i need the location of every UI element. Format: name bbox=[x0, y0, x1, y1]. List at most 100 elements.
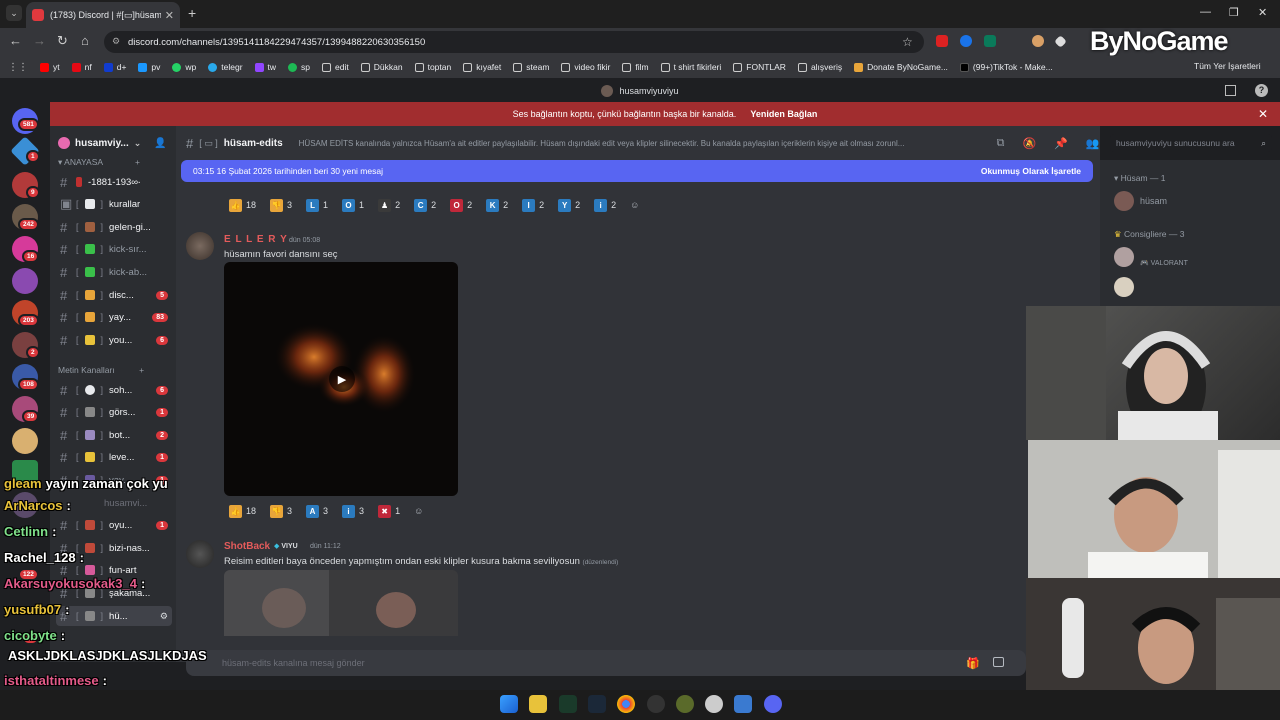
home-icon[interactable]: ⌂ bbox=[81, 33, 89, 48]
help-icon[interactable]: ? bbox=[1255, 84, 1268, 97]
bookmark-folder[interactable]: video fikir bbox=[561, 62, 610, 72]
invite-icon[interactable]: 👤 bbox=[154, 138, 166, 149]
bookmark-folder[interactable]: edit bbox=[322, 62, 349, 72]
server-icon[interactable] bbox=[12, 428, 38, 454]
close-window-icon[interactable]: ✕ bbox=[1258, 6, 1267, 19]
bookmark-item[interactable]: pv bbox=[138, 62, 160, 72]
user-avatar[interactable] bbox=[186, 540, 214, 568]
bookmark-folder[interactable]: alışveriş bbox=[797, 62, 842, 72]
reaction-pill[interactable]: 👎 3 bbox=[265, 502, 297, 520]
settings-icon[interactable] bbox=[705, 695, 723, 713]
search-input[interactable]: husamviyuviyu sunucusunu ara ⌕ bbox=[1110, 134, 1272, 152]
channel-item[interactable]: #[] yay... 83 bbox=[56, 307, 172, 327]
bookmark-item[interactable]: telegr bbox=[208, 62, 243, 72]
reconnect-button[interactable]: Yeniden Bağlan bbox=[750, 109, 817, 119]
reaction-pill[interactable]: L1 bbox=[301, 196, 333, 214]
channel-item[interactable]: #[] bot... 2 bbox=[56, 425, 172, 445]
discord-taskbar-icon[interactable] bbox=[764, 695, 782, 713]
close-banner-icon[interactable]: ✕ bbox=[1258, 107, 1268, 121]
mute-bell-icon[interactable]: 🔕 bbox=[1023, 137, 1037, 150]
bookmark-item[interactable]: wp bbox=[172, 62, 196, 72]
gif-icon[interactable] bbox=[993, 657, 1004, 667]
terminal-icon[interactable] bbox=[559, 695, 577, 713]
reaction-pill[interactable]: I2 bbox=[517, 196, 549, 214]
mark-as-read-button[interactable]: Okunmuş Olarak İşaretle bbox=[981, 166, 1081, 176]
new-messages-bar[interactable]: 03:15 16 Şubat 2026 tarihinden beri 30 y… bbox=[181, 160, 1093, 182]
reaction-pill[interactable]: Y2 bbox=[553, 196, 585, 214]
windows-start-icon[interactable] bbox=[500, 695, 518, 713]
reaction-pill[interactable]: i3 bbox=[337, 502, 369, 520]
app-icon[interactable] bbox=[734, 695, 752, 713]
channel-item[interactable]: #[] leve... 1 bbox=[56, 447, 172, 467]
add-reaction-icon[interactable]: ☺ bbox=[409, 502, 428, 520]
member-item[interactable]: hüsam bbox=[1114, 191, 1167, 211]
reaction-pill[interactable]: 👎 3 bbox=[265, 196, 297, 214]
inbox-icon[interactable] bbox=[1225, 85, 1236, 96]
minimize-icon[interactable]: — bbox=[1200, 6, 1211, 18]
reaction-pill[interactable]: 👍 18 bbox=[224, 502, 261, 520]
channel-item[interactable]: #[] görs... 1 bbox=[56, 402, 172, 422]
add-channel-icon[interactable]: + bbox=[139, 365, 144, 375]
threads-icon[interactable]: ⧉ bbox=[997, 137, 1005, 150]
extension-icon[interactable] bbox=[984, 35, 996, 47]
channel-topic[interactable]: HÜSAM EDİTS kanalında yalnızca Hüsam'a a… bbox=[299, 139, 979, 148]
site-info-icon[interactable]: ⚙ bbox=[112, 36, 120, 47]
category-anayasa[interactable]: ▾ ANAYASA + bbox=[58, 157, 140, 168]
file-explorer-icon[interactable] bbox=[529, 695, 547, 713]
reaction-pill[interactable]: 👍 18 bbox=[224, 196, 261, 214]
channel-item[interactable]: ▣[] kurallar bbox=[56, 194, 172, 214]
gift-icon[interactable]: 🎁 bbox=[966, 657, 980, 670]
bookmark-item[interactable]: d+ bbox=[103, 62, 126, 72]
channel-item[interactable]: #[] kick-ab... bbox=[56, 262, 172, 282]
bookmark-item[interactable]: tw bbox=[254, 62, 276, 72]
steam-icon[interactable] bbox=[588, 695, 606, 713]
reaction-pill[interactable]: A3 bbox=[301, 502, 333, 520]
settings-gear-icon[interactable]: ⚙ bbox=[160, 611, 168, 622]
apps-icon[interactable]: ⋮⋮ bbox=[8, 62, 28, 73]
channel-item[interactable]: #[] gelen-gi... bbox=[56, 217, 172, 237]
bookmark-folder[interactable]: Dükkan bbox=[360, 62, 403, 72]
user-avatar[interactable] bbox=[186, 232, 214, 260]
bookmark-folder[interactable]: toptan bbox=[414, 62, 451, 72]
channel-item[interactable]: #[] kick-sır... bbox=[56, 239, 172, 259]
pin-icon[interactable]: 📌 bbox=[1054, 137, 1068, 150]
reaction-pill[interactable]: O1 bbox=[337, 196, 369, 214]
bookmark-item[interactable]: sp bbox=[288, 62, 310, 72]
chrome-icon[interactable] bbox=[617, 695, 635, 713]
channel-item[interactable]: #[] oyu... 1 bbox=[56, 515, 172, 535]
channel-item[interactable]: #-1881-193∞-... bbox=[56, 172, 172, 192]
play-icon[interactable]: ▶ bbox=[329, 366, 355, 392]
tab-search-icon[interactable]: ⌄ bbox=[6, 5, 22, 21]
channel-item[interactable]: husamvi... bbox=[100, 493, 172, 513]
all-bookmarks-folder[interactable]: Tüm Yer İşaretleri bbox=[1194, 61, 1261, 71]
reaction-pill[interactable]: i2 bbox=[589, 196, 621, 214]
back-icon[interactable]: ← bbox=[9, 33, 22, 48]
bookmark-folder[interactable]: film bbox=[622, 62, 649, 72]
message-author[interactable]: E L L E R Y bbox=[224, 234, 288, 245]
extension-icon[interactable] bbox=[1032, 35, 1044, 47]
bookmark-item[interactable]: yt bbox=[40, 62, 60, 72]
add-reaction-icon[interactable]: ☺ bbox=[625, 196, 644, 214]
bookmark-folder[interactable]: steam bbox=[513, 62, 549, 72]
reaction-pill[interactable]: K2 bbox=[481, 196, 513, 214]
bookmark-folder[interactable]: kıyafet bbox=[463, 62, 501, 72]
message-author[interactable]: ShotBack bbox=[224, 541, 270, 552]
bookmark-star-icon[interactable]: ☆ bbox=[902, 35, 913, 49]
new-tab-button[interactable]: + bbox=[188, 5, 196, 21]
bookmark-item[interactable]: Donate ByNoGame... bbox=[854, 62, 948, 72]
obs-icon[interactable] bbox=[647, 695, 665, 713]
member-item[interactable]: 🎮 VALORANT bbox=[1114, 247, 1188, 267]
server-header[interactable]: husamviy... ⌄ 👤 bbox=[50, 132, 176, 154]
message-input[interactable]: hüsam-edits kanalına mesaj gönder bbox=[186, 650, 1026, 676]
server-icon[interactable] bbox=[12, 268, 38, 294]
bookmark-folder[interactable]: FONTLAR bbox=[733, 62, 786, 72]
close-tab-icon[interactable]: ✕ bbox=[165, 9, 174, 22]
reaction-pill[interactable]: ♟ 2 bbox=[373, 196, 405, 214]
bookmark-folder[interactable]: t shirt fikirleri bbox=[660, 62, 721, 72]
reaction-pill[interactable]: C2 bbox=[409, 196, 441, 214]
reaction-pill[interactable]: ✖ 1 bbox=[373, 502, 405, 520]
adblock-extension-icon[interactable] bbox=[936, 35, 948, 47]
channel-item[interactable]: #[] disc... 5 bbox=[56, 285, 172, 305]
channel-item[interactable]: #[] you... 6 bbox=[56, 330, 172, 350]
category-metin-kanallari[interactable]: Metin Kanalları + bbox=[58, 365, 144, 375]
